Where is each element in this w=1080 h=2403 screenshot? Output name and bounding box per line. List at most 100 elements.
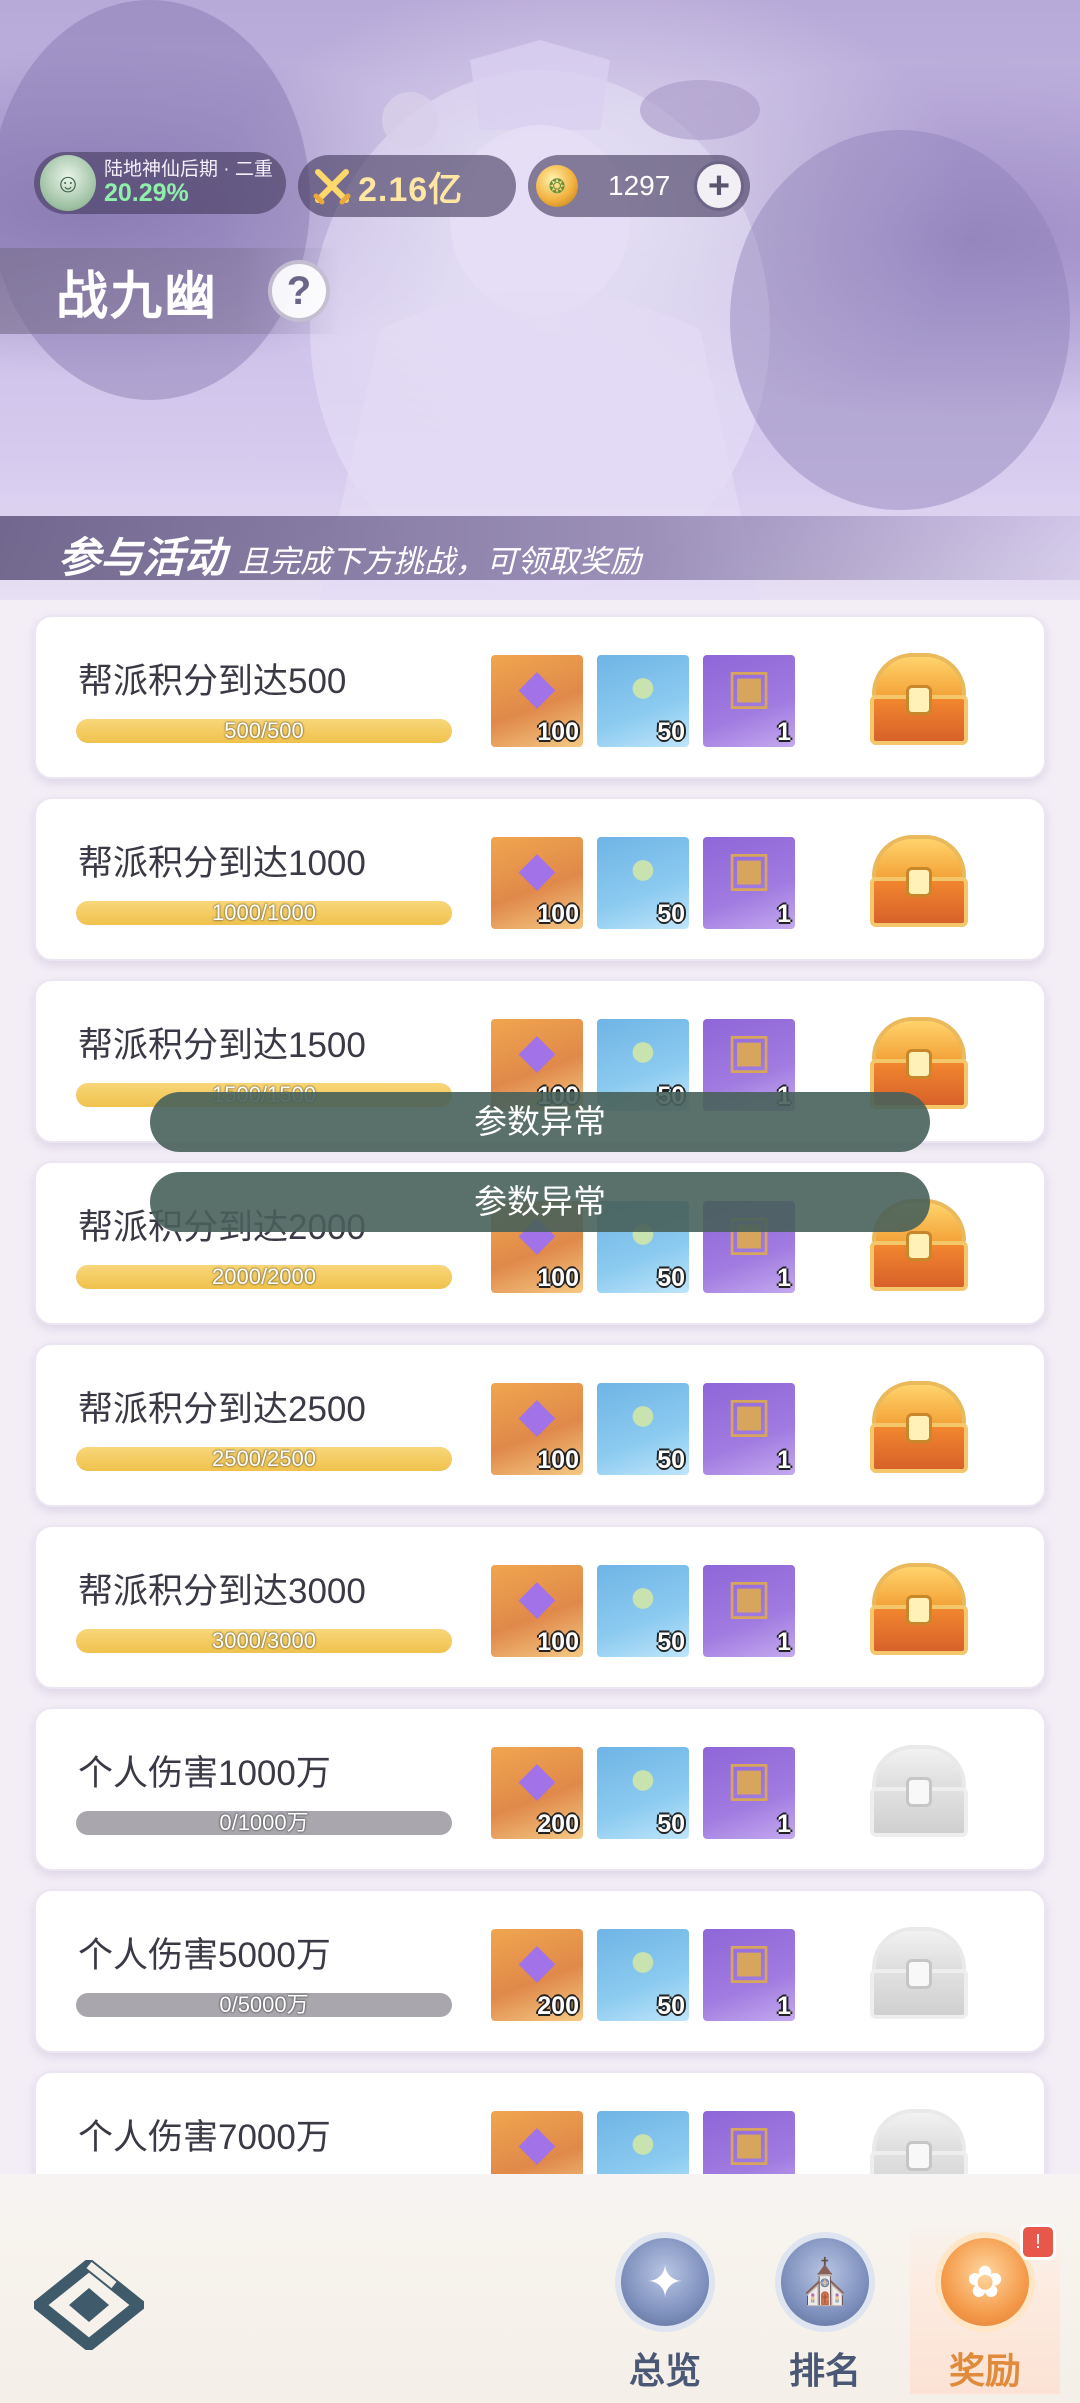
chest-icon: ▣ xyxy=(726,1753,772,1806)
notification-badge-icon: ! xyxy=(1020,2224,1056,2260)
task-title: 帮派积分到达1000 xyxy=(78,844,366,883)
task-title: 帮派积分到达2500 xyxy=(78,1390,366,1429)
locked-chest-icon xyxy=(866,1741,972,1841)
claim-chest-button[interactable] xyxy=(866,649,972,749)
reward-quantity: 50 xyxy=(657,718,685,746)
reward-quantity: 100 xyxy=(537,900,579,928)
currency-display: ❂ 1297 + xyxy=(528,155,750,217)
chest-reward[interactable]: ▣1 xyxy=(703,1929,795,2021)
chest-lock xyxy=(906,1413,932,1443)
claim-chest-button[interactable] xyxy=(866,1377,972,1477)
nav-label: 奖励 xyxy=(948,2350,1021,2391)
nav-tab-overview[interactable]: ✦ 总览 xyxy=(590,2224,740,2394)
purple-crystal-reward[interactable]: ◆ 100 xyxy=(491,1383,583,1475)
chest-reward[interactable]: ▣1 xyxy=(703,837,795,929)
realm-name: 陆地神仙后期 · 二重 xyxy=(104,158,273,180)
add-currency-button[interactable]: + xyxy=(694,161,744,211)
combat-power: 2.16亿 xyxy=(298,155,516,217)
purple-crystal-reward[interactable]: ◆200 xyxy=(491,1747,583,1839)
task-card: 个人伤害5000万 0/5000万 ◆ 200 ● 50 ▣ 1 xyxy=(34,1889,1046,2053)
spirit-drop-reward[interactable]: ● 50 xyxy=(597,1747,689,1839)
reward-quantity: 50 xyxy=(657,1810,685,1838)
claim-chest-button[interactable] xyxy=(866,831,972,931)
purple-crystal-reward[interactable]: ◆ 100 xyxy=(491,655,583,747)
task-title: 个人伤害7000万 xyxy=(78,2118,331,2157)
drop-icon: ● xyxy=(628,842,658,895)
crystal-icon: ◆ xyxy=(518,843,556,896)
progress-text: 2500/2500 xyxy=(212,1447,316,1471)
event-info-strip: 参与活动 且完成下方挑战，可领取奖励 xyxy=(0,516,1080,582)
reward-quantity: 1 xyxy=(777,1628,791,1656)
crystal-icon: ◆ xyxy=(518,661,556,714)
chest-reward[interactable]: ▣1 xyxy=(703,655,795,747)
spirit-drop-reward[interactable]: ● 50 xyxy=(597,1565,689,1657)
reward-quantity: 50 xyxy=(657,1264,685,1292)
help-button[interactable]: ? xyxy=(268,260,330,322)
bottom-navigation: ✦ 总览 ⛪ 排名 ✿ ! 奖励 xyxy=(0,2174,1080,2403)
claim-chest-button[interactable] xyxy=(866,1559,972,1659)
chest-reward[interactable]: ▣1 xyxy=(703,1565,795,1657)
drop-icon: ● xyxy=(628,1752,658,1805)
spirit-drop-reward[interactable]: ●50 xyxy=(597,837,689,929)
drop-icon: ● xyxy=(628,660,658,713)
reward-quantity: 1 xyxy=(777,1446,791,1474)
chest-reward[interactable]: ▣1 xyxy=(703,1383,795,1475)
chest-lock xyxy=(906,1777,932,1807)
task-progress-bar: 500/500 xyxy=(76,719,452,743)
purple-crystal-reward[interactable]: ◆200 xyxy=(491,2111,583,2174)
spirit-drop-reward[interactable]: ● 50 xyxy=(597,655,689,747)
drop-icon: ● xyxy=(628,1024,658,1077)
chest-reward[interactable]: ▣1 xyxy=(703,2111,795,2174)
reward-quantity: 50 xyxy=(657,1628,685,1656)
spirit-drop-reward[interactable]: ●50 xyxy=(597,1929,689,2021)
task-progress-bar: 3000/3000 xyxy=(76,1629,452,1653)
chest-lock xyxy=(906,2141,932,2171)
nav-tab-ranking[interactable]: ⛪ 排名 xyxy=(750,2224,900,2394)
combat-power-value: 2.16亿 xyxy=(358,170,464,209)
task-progress-bar: 0/5000万 xyxy=(76,1993,452,2017)
progress-text: 500/500 xyxy=(224,719,304,743)
reward-quantity: 100 xyxy=(537,1264,579,1292)
game-logo-icon[interactable] xyxy=(34,2260,144,2350)
drop-icon: ● xyxy=(628,1570,658,1623)
task-card: 帮派积分到达500 500/500 ◆ 100 ● 50 ▣ 1 xyxy=(34,615,1046,779)
crystal-icon: ◆ xyxy=(518,2117,556,2170)
realm-progress: 20.29% xyxy=(104,178,189,207)
task-title: 帮派积分到达500 xyxy=(78,662,347,701)
task-title: 个人伤害1000万 xyxy=(78,1754,331,1793)
jade-coin-icon: ❂ xyxy=(536,165,578,207)
nav-tab-reward[interactable]: ✿ ! 奖励 xyxy=(910,2224,1060,2394)
chest-reward[interactable]: ▣1 xyxy=(703,1747,795,1839)
task-progress-bar: 1000/1000 xyxy=(76,901,452,925)
purple-crystal-reward[interactable]: ◆ 100 xyxy=(491,837,583,929)
purple-crystal-reward[interactable]: ◆200 xyxy=(491,1929,583,2021)
crystal-icon: ◆ xyxy=(518,1935,556,1988)
info-headline: 参与活动 xyxy=(58,533,227,582)
drop-icon: ● xyxy=(628,2116,658,2169)
reward-quantity: 1 xyxy=(777,900,791,928)
task-card: 帮派积分到达3000 3000/3000 ◆ 100 ● 50 ▣ 1 xyxy=(34,1525,1046,1689)
reward-quantity: 50 xyxy=(657,1992,685,2020)
crystal-icon: ◆ xyxy=(518,1025,556,1078)
realm-status[interactable]: ☺ 陆地神仙后期 · 二重 20.29% xyxy=(34,152,286,214)
chest-icon: ▣ xyxy=(726,661,772,714)
progress-text: 3000/3000 xyxy=(212,1629,316,1653)
reward-quantity: 100 xyxy=(537,1628,579,1656)
progress-text: 1000/1000 xyxy=(212,901,316,925)
task-title: 帮派积分到达1500 xyxy=(78,1026,366,1065)
task-card: 帮派积分到达2500 2500/2500 ◆ 100 ● 50 ▣ 1 xyxy=(34,1343,1046,1507)
error-toast: 参数异常 xyxy=(150,1092,930,1152)
crystal-icon: ◆ xyxy=(518,1389,556,1442)
chest-lock xyxy=(906,1959,932,1989)
reward-task-list[interactable]: 帮派积分到达500 500/500 ◆ 100 ● 50 ▣ 1 帮派积分到达1000 1000/… xyxy=(0,580,1080,2174)
spirit-drop-reward[interactable]: ●50 xyxy=(597,2111,689,2174)
purple-crystal-reward[interactable]: ◆ 100 xyxy=(491,1565,583,1657)
chest-lock xyxy=(906,685,932,715)
progress-text: 2000/2000 xyxy=(212,1265,316,1289)
player-avatar-icon: ☺ xyxy=(40,155,96,211)
reward-quantity: 1 xyxy=(777,1810,791,1838)
spirit-drop-reward[interactable]: ●50 xyxy=(597,1383,689,1475)
chest-icon: ▣ xyxy=(726,1935,772,1988)
reward-quantity: 100 xyxy=(537,1446,579,1474)
ranking-icon: ⛪ xyxy=(775,2232,875,2332)
